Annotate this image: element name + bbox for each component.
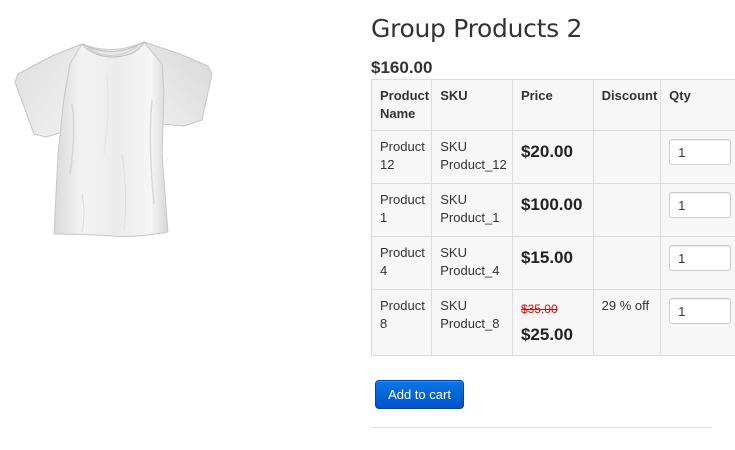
table-row: Product 4 SKU Product_4 $15.00 bbox=[371, 236, 735, 290]
price-cell: $100.00 bbox=[511, 183, 594, 237]
price-cell: $20.00 bbox=[511, 130, 594, 184]
discount-badge: 29 % off bbox=[601, 298, 650, 313]
column-header-product-name: Product Name bbox=[371, 79, 433, 131]
column-header-qty: Qty bbox=[660, 79, 735, 131]
product-price: $20.00 bbox=[520, 142, 573, 161]
product-price: $15.00 bbox=[520, 248, 573, 267]
original-price: $35.00 bbox=[520, 302, 558, 316]
qty-cell bbox=[660, 236, 735, 290]
discount-cell: 29 % off bbox=[592, 289, 662, 356]
qty-cell bbox=[660, 183, 735, 237]
price-cell: $35.00 $25.00 bbox=[511, 289, 594, 356]
column-header-sku: SKU bbox=[431, 79, 513, 131]
sku-cell: SKU Product_8 bbox=[431, 289, 513, 356]
quantity-input[interactable] bbox=[669, 298, 732, 324]
table-row: Product 12 SKU Product_12 $20.00 bbox=[371, 130, 735, 184]
column-header-discount: Discount bbox=[592, 79, 662, 131]
divider bbox=[371, 427, 712, 428]
quantity-input[interactable] bbox=[669, 245, 732, 271]
table-row: Product 8 SKU Product_8 $35.00 $25.00 29… bbox=[371, 289, 735, 356]
sku-cell: SKU Product_1 bbox=[431, 183, 513, 237]
product-price: $25.00 bbox=[520, 325, 573, 344]
product-name-cell: Product 12 bbox=[371, 130, 433, 184]
group-products-table-container: Product Name SKU Price Discount Qty Prod… bbox=[371, 79, 735, 363]
discount-cell bbox=[592, 236, 662, 290]
total-price: $160.00 bbox=[371, 58, 433, 77]
white-tshirt-icon bbox=[14, 40, 213, 237]
product-name-cell: Product 4 bbox=[371, 236, 433, 290]
discount-cell bbox=[592, 183, 662, 237]
add-to-cart-button[interactable]: Add to cart bbox=[375, 380, 464, 409]
discount-cell bbox=[592, 130, 662, 184]
qty-cell bbox=[660, 130, 735, 184]
product-name-cell: Product 8 bbox=[371, 289, 433, 356]
product-details: Group Products 2 $160.00 Product Name SK… bbox=[371, 0, 735, 450]
column-header-price: Price bbox=[511, 79, 594, 131]
qty-cell bbox=[660, 289, 735, 356]
sku-cell: SKU Product_4 bbox=[431, 236, 513, 290]
table-row: Product 1 SKU Product_1 $100.00 bbox=[371, 183, 735, 237]
table-header-row: Product Name SKU Price Discount Qty bbox=[371, 79, 735, 131]
quantity-input[interactable] bbox=[669, 139, 732, 165]
page-title: Group Products 2 bbox=[371, 14, 583, 43]
quantity-input[interactable] bbox=[669, 192, 732, 218]
group-products-table: Product Name SKU Price Discount Qty Prod… bbox=[371, 79, 735, 356]
product-image bbox=[12, 34, 218, 240]
price-cell: $15.00 bbox=[511, 236, 594, 290]
product-name-cell: Product 1 bbox=[371, 183, 433, 237]
product-price: $100.00 bbox=[520, 195, 583, 214]
sku-cell: SKU Product_12 bbox=[431, 130, 513, 184]
product-page: Group Products 2 $160.00 Product Name SK… bbox=[0, 0, 735, 450]
